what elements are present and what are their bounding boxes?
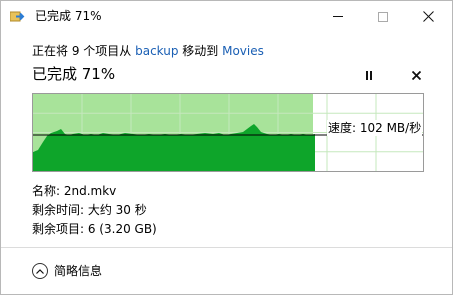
summary-middle: 移动到 [178,44,223,58]
move-arrow-icon [10,11,25,22]
progress-status: 已完成 71% [32,65,116,83]
speed-label: 速度: 102 MB/秒 [327,120,423,136]
fewer-details-toggle[interactable]: 简略信息 [32,263,102,279]
minimize-icon [332,16,343,17]
close-window-button[interactable] [406,1,451,32]
file-name: 名称: 2nd.mkv [32,184,117,198]
pause-icon [366,70,372,80]
chevron-up-icon [32,263,48,279]
source-folder-link[interactable]: backup [135,44,178,58]
maximize-button[interactable] [360,1,405,32]
transfer-speed-graph: 速度: 102 MB/秒 [32,93,424,172]
file-operation-dialog: 已完成 71% 正在将 9 个项目从 backup 移动到 Movies 已完成… [0,0,453,295]
pause-button[interactable] [361,67,377,83]
title-bar[interactable]: 已完成 71% [1,1,452,32]
destination-folder-link[interactable]: Movies [222,44,264,58]
window-title: 已完成 71% [35,9,102,23]
operation-summary: 正在将 9 个项目从 backup 移动到 Movies [32,43,264,59]
close-icon [423,11,434,22]
cancel-button[interactable] [408,67,424,83]
time-remaining: 剩余时间: 大约 30 秒 [32,203,147,217]
fewer-details-label: 简略信息 [54,264,103,278]
minimize-button[interactable] [315,1,360,32]
items-remaining: 剩余项目: 6 (3.20 GB) [32,222,157,236]
footer-divider [1,247,452,248]
maximize-icon [377,11,388,22]
cancel-icon [411,70,421,80]
summary-prefix: 正在将 9 个项目从 [32,44,136,58]
